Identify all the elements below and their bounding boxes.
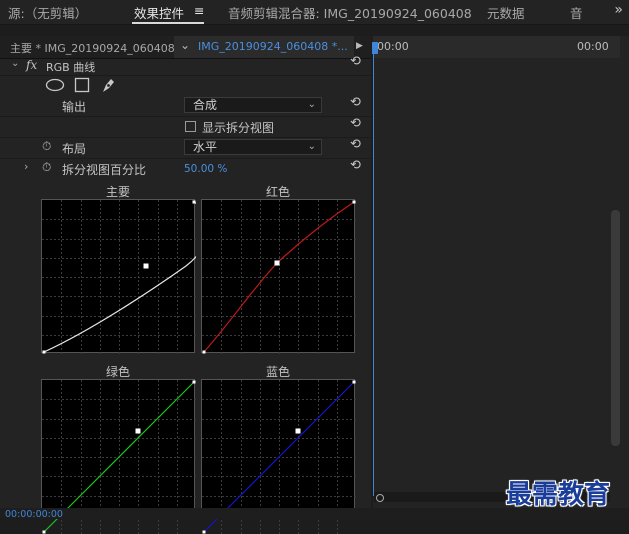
tab-source[interactable]: 源:（无剪辑）	[8, 3, 87, 22]
more-tabs-icon[interactable]: »	[614, 2, 623, 18]
stopwatch-icon[interactable]: ⏱	[42, 139, 51, 154]
split-view-row: 显示拆分视图 ⟲	[0, 116, 371, 138]
reset-icon[interactable]: ⟲	[350, 116, 361, 131]
curve-control-point	[295, 428, 301, 434]
vertical-scrollbar[interactable]	[611, 210, 620, 446]
pen-mask-icon[interactable]	[100, 76, 116, 94]
blue-curve-graph[interactable]	[201, 379, 356, 534]
rectangle-mask-icon[interactable]	[74, 77, 90, 93]
curve-endpoint	[42, 350, 46, 354]
layout-value: 水平	[193, 140, 218, 154]
fx-icon[interactable]: fx	[26, 58, 37, 72]
effect-name: RGB 曲线	[46, 61, 96, 74]
reset-icon[interactable]: ⟲	[350, 137, 361, 152]
layout-dropdown[interactable]: 水平 ⌄	[184, 139, 322, 155]
chevron-down-icon[interactable]: ⌄	[180, 38, 190, 52]
layout-label: 布局	[62, 142, 87, 156]
split-view-label: 显示拆分视图	[202, 121, 275, 135]
curve-control-point	[143, 263, 149, 269]
blue-curve-title: 蓝色	[265, 365, 290, 379]
timeline-ruler[interactable]: 00:00 00:00	[373, 36, 620, 58]
curve-control-point	[274, 260, 280, 266]
master-curve-svg	[42, 200, 196, 354]
tab-audio-clip-mixer[interactable]: 音频剪辑混合器: IMG_20190924_060408	[228, 3, 472, 22]
red-curve-svg	[202, 200, 356, 354]
zoom-handle[interactable]	[376, 494, 384, 502]
output-row: 输出 合成 ⌄ ⟲	[0, 95, 371, 117]
curve-control-point	[135, 428, 141, 434]
playhead-line[interactable]	[373, 44, 374, 496]
split-percent-label: 拆分视图百分比	[62, 163, 147, 177]
reset-icon[interactable]: ⟲	[350, 54, 361, 69]
panel-menu-icon[interactable]: ≡	[194, 3, 204, 18]
curve-endpoint	[42, 530, 46, 534]
master-curve-title: 主要	[105, 185, 130, 199]
expand-chevron-icon[interactable]: ›	[24, 160, 28, 173]
ruler-start-time: 00:00	[377, 40, 409, 53]
tab-effect-controls[interactable]: 效果控件	[134, 3, 184, 22]
current-timecode[interactable]: 00:00:00:00	[5, 509, 63, 520]
reset-icon[interactable]: ⟲	[350, 158, 361, 173]
split-percent-value[interactable]: 50.00 %	[184, 163, 227, 175]
output-dropdown[interactable]: 合成 ⌄	[184, 97, 322, 113]
ruler-end-time: 00:00	[577, 40, 609, 53]
chevron-down-icon: ⌄	[307, 99, 316, 110]
curve-endpoint	[192, 200, 196, 204]
layout-row: ⏱ 布局 水平 ⌄ ⟲	[0, 137, 371, 159]
stopwatch-icon[interactable]: ⏱	[42, 160, 51, 175]
red-curve-title: 红色	[265, 185, 290, 199]
ellipse-mask-icon[interactable]	[45, 78, 65, 92]
curve-endpoint	[202, 530, 206, 534]
chevron-down-icon: ⌄	[307, 141, 316, 152]
curve-endpoint	[352, 380, 356, 384]
green-curve-title: 绿色	[105, 365, 130, 379]
tab-audio-truncated[interactable]: 音	[570, 3, 583, 22]
panel-tab-bar: 源:（无剪辑） 效果控件 ≡ 音频剪辑混合器: IMG_20190924_060…	[0, 0, 629, 25]
play-triangle-icon[interactable]: ▶	[356, 41, 363, 51]
mask-tools-row	[0, 75, 371, 96]
effect-header-row: ⌄ fx RGB 曲线 ⟲	[0, 54, 371, 76]
clip-name: IMG_20190924_060408 *...	[198, 40, 348, 53]
clip-selector-bar: 主要 * IMG_20190924_060408... ⌄ IMG_201909…	[0, 36, 371, 59]
playhead-handle[interactable]	[372, 42, 378, 54]
curve-endpoint	[352, 200, 356, 204]
reset-icon[interactable]: ⟲	[350, 95, 361, 110]
tab-metadata[interactable]: 元数据	[487, 3, 525, 22]
curve-endpoint	[192, 380, 196, 384]
master-clip-tab[interactable]: 主要 * IMG_20190924_060408...	[10, 40, 185, 56]
output-value: 合成	[193, 98, 218, 112]
watermark-logo: 最需教育	[506, 480, 611, 510]
collapse-chevron-icon[interactable]: ⌄	[11, 58, 19, 69]
split-view-checkbox[interactable]	[185, 121, 196, 132]
split-percent-row: › ⏱ 拆分视图百分比 50.00 % ⟲	[0, 158, 371, 179]
red-curve-graph[interactable]	[201, 199, 356, 354]
sequence-clip-tab[interactable]: ⌄ IMG_20190924_060408 *...	[174, 36, 354, 58]
green-curve-graph[interactable]	[41, 379, 196, 534]
curve-endpoint	[202, 350, 206, 354]
master-curve-graph[interactable]	[41, 199, 196, 354]
active-tab-indicator	[132, 22, 204, 24]
output-label: 输出	[62, 100, 87, 114]
timeline-area[interactable]	[373, 36, 629, 519]
